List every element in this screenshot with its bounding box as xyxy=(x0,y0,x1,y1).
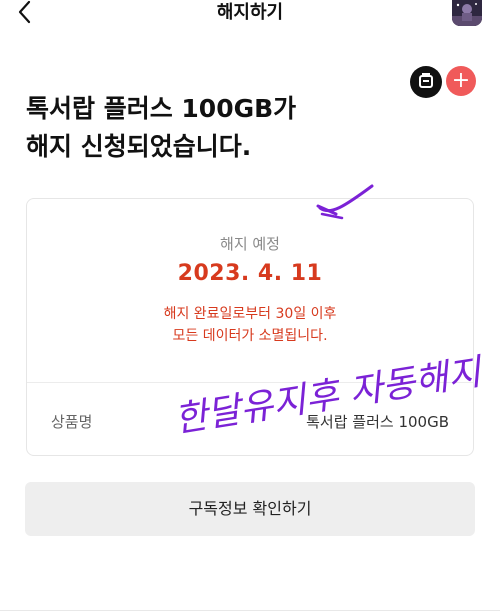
cancellation-date: 2023. 4. 11 xyxy=(177,261,323,286)
product-name-value: 톡서랍 플러스 100GB xyxy=(306,413,449,431)
data-deletion-notice: 해지 완료일로부터 30일 이후 모든 데이터가 소멸됩니다. xyxy=(27,303,473,347)
top-bar: 해지하기 xyxy=(0,0,500,26)
floating-actions: + xyxy=(410,66,480,100)
headline-line-2: 해지 신청되었습니다. xyxy=(26,132,252,161)
divider xyxy=(27,382,473,383)
headline: 톡서랍 플러스 100GB가 해지 신청되었습니다. xyxy=(26,90,406,166)
cancellation-scheduled-label: 해지 예정 xyxy=(220,235,280,253)
profile-avatar-icon xyxy=(452,0,482,26)
notice-line-1: 해지 완료일로부터 30일 이후 xyxy=(163,306,337,322)
cancellation-card: 해지 예정 2023. 4. 11 해지 완료일로부터 30일 이후 모든 데이… xyxy=(26,198,474,456)
chat-bubble-icon[interactable] xyxy=(410,66,442,98)
avatar[interactable] xyxy=(452,0,482,26)
bottom-divider xyxy=(0,610,500,611)
notice-line-2: 모든 데이터가 소멸됩니다. xyxy=(172,328,328,344)
headline-line-1: 톡서랍 플러스 100GB가 xyxy=(26,94,297,123)
view-subscription-button[interactable]: 구독정보 확인하기 xyxy=(25,482,475,536)
product-name-label: 상품명 xyxy=(51,413,93,431)
page-title: 해지하기 xyxy=(216,2,284,23)
plus-button[interactable]: + xyxy=(446,66,476,96)
